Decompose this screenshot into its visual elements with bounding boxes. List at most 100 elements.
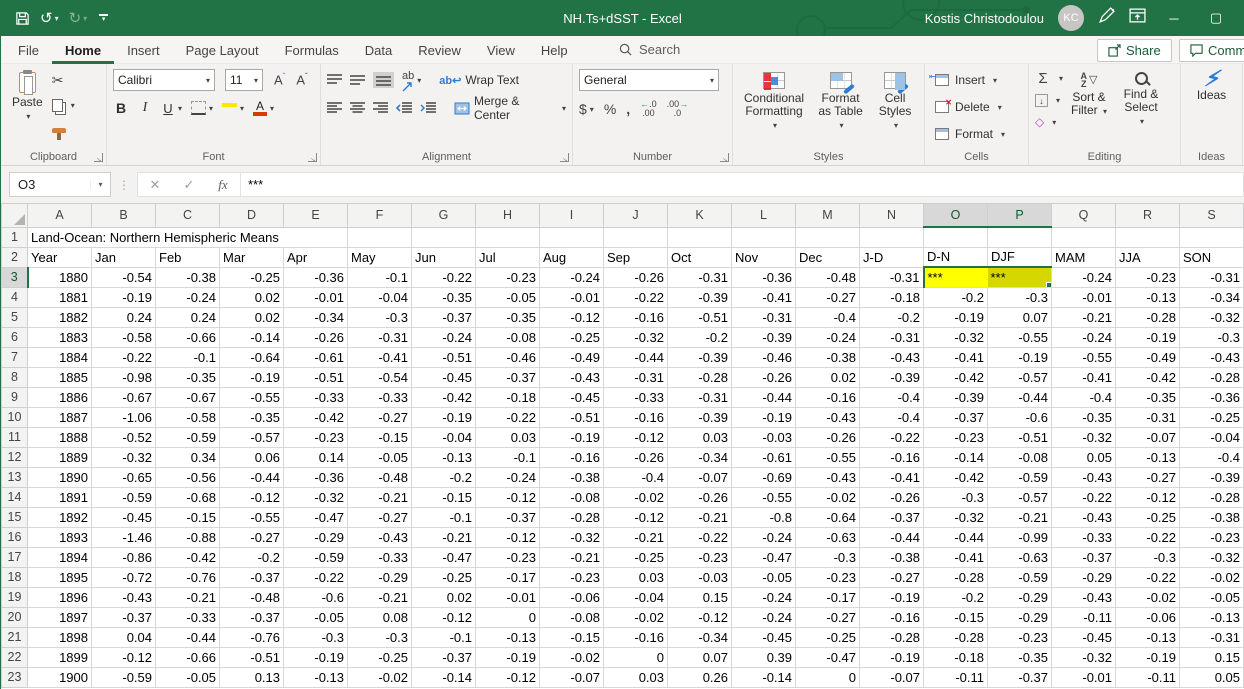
- cell-C5[interactable]: 0.24: [156, 307, 220, 327]
- cell-H20[interactable]: 0: [476, 607, 540, 627]
- tab-home[interactable]: Home: [52, 36, 114, 64]
- cell-R9[interactable]: -0.35: [1116, 387, 1180, 407]
- font-dialog-launcher[interactable]: [308, 153, 317, 162]
- row-header-5[interactable]: 5: [2, 307, 28, 327]
- cell-P10[interactable]: -0.6: [988, 407, 1052, 427]
- cell-O5[interactable]: -0.19: [924, 307, 988, 327]
- cell-B17[interactable]: -0.86: [92, 547, 156, 567]
- cell-S15[interactable]: -0.38: [1180, 507, 1244, 527]
- cell-E3[interactable]: -0.36: [284, 267, 348, 287]
- cell-F2[interactable]: May: [348, 247, 412, 267]
- cell-N18[interactable]: -0.27: [860, 567, 924, 587]
- cell-J18[interactable]: 0.03: [604, 567, 668, 587]
- cell-D2[interactable]: Mar: [220, 247, 284, 267]
- cell-A2[interactable]: Year: [28, 247, 92, 267]
- cell-E18[interactable]: -0.22: [284, 567, 348, 587]
- cell-S23[interactable]: 0.05: [1180, 667, 1244, 687]
- cell-R2[interactable]: JJA: [1116, 247, 1180, 267]
- cell-C23[interactable]: -0.05: [156, 667, 220, 687]
- cell-L19[interactable]: -0.24: [732, 587, 796, 607]
- font-color-button[interactable]: A: [253, 101, 267, 116]
- font-size-select[interactable]: 11▾: [225, 69, 263, 91]
- cell-E17[interactable]: -0.59: [284, 547, 348, 567]
- col-header-M[interactable]: M: [796, 204, 860, 227]
- cell-R3[interactable]: -0.23: [1116, 267, 1180, 287]
- cell-P17[interactable]: -0.63: [988, 547, 1052, 567]
- cell-A15[interactable]: 1892: [28, 507, 92, 527]
- cell-L12[interactable]: -0.61: [732, 447, 796, 467]
- cell-R16[interactable]: -0.22: [1116, 527, 1180, 547]
- cell-M19[interactable]: -0.17: [796, 587, 860, 607]
- cell-S10[interactable]: -0.25: [1180, 407, 1244, 427]
- borders-button[interactable]: [191, 101, 206, 115]
- cell-A20[interactable]: 1897: [28, 607, 92, 627]
- cell-Q5[interactable]: -0.21: [1052, 307, 1116, 327]
- cell-O8[interactable]: -0.42: [924, 367, 988, 387]
- col-header-F[interactable]: F: [348, 204, 412, 227]
- cell-C21[interactable]: -0.44: [156, 627, 220, 647]
- underline-button[interactable]: U: [161, 101, 175, 116]
- cell-F8[interactable]: -0.54: [348, 367, 412, 387]
- cell-F17[interactable]: -0.33: [348, 547, 412, 567]
- ribbon-display-options-icon[interactable]: [1129, 7, 1146, 29]
- italic-button[interactable]: I: [138, 100, 152, 116]
- cell-O3[interactable]: ***: [924, 267, 988, 287]
- cell-S20[interactable]: -0.13: [1180, 607, 1244, 627]
- cell-F20[interactable]: 0.08: [348, 607, 412, 627]
- cell-M16[interactable]: -0.63: [796, 527, 860, 547]
- cell-F3[interactable]: -0.1: [348, 267, 412, 287]
- cell-F18[interactable]: -0.29: [348, 567, 412, 587]
- cell-R18[interactable]: -0.22: [1116, 567, 1180, 587]
- cell-K3[interactable]: -0.31: [668, 267, 732, 287]
- cell-L20[interactable]: -0.24: [732, 607, 796, 627]
- cell-I16[interactable]: -0.32: [540, 527, 604, 547]
- cell-P3[interactable]: ***: [988, 267, 1052, 287]
- cell-P21[interactable]: -0.23: [988, 627, 1052, 647]
- cell-G23[interactable]: -0.14: [412, 667, 476, 687]
- cell-M9[interactable]: -0.16: [796, 387, 860, 407]
- cell-L2[interactable]: Nov: [732, 247, 796, 267]
- cell-G15[interactable]: -0.1: [412, 507, 476, 527]
- cell-F16[interactable]: -0.43: [348, 527, 412, 547]
- cell-H4[interactable]: -0.05: [476, 287, 540, 307]
- row-header-7[interactable]: 7: [2, 347, 28, 367]
- cell-R20[interactable]: -0.06: [1116, 607, 1180, 627]
- ideas-button[interactable]: ⚡︎ Ideas: [1187, 69, 1236, 105]
- cell-N16[interactable]: -0.44: [860, 527, 924, 547]
- paste-button[interactable]: Paste▾: [7, 69, 48, 141]
- cell-A12[interactable]: 1889: [28, 447, 92, 467]
- cell-A8[interactable]: 1885: [28, 367, 92, 387]
- row-header-8[interactable]: 8: [2, 367, 28, 387]
- cell-F5[interactable]: -0.3: [348, 307, 412, 327]
- maximize-button[interactable]: ▢: [1202, 10, 1230, 26]
- cell-H17[interactable]: -0.23: [476, 547, 540, 567]
- cell-B15[interactable]: -0.45: [92, 507, 156, 527]
- cell-R5[interactable]: -0.28: [1116, 307, 1180, 327]
- select-all-button[interactable]: [2, 204, 28, 227]
- cell-O11[interactable]: -0.23: [924, 427, 988, 447]
- cell-M4[interactable]: -0.27: [796, 287, 860, 307]
- cell-M11[interactable]: -0.26: [796, 427, 860, 447]
- cell-R21[interactable]: -0.13: [1116, 627, 1180, 647]
- cell-C6[interactable]: -0.66: [156, 327, 220, 347]
- cell-S1[interactable]: [1180, 227, 1244, 247]
- col-header-R[interactable]: R: [1116, 204, 1180, 227]
- cell-B16[interactable]: -1.46: [92, 527, 156, 547]
- cell-K14[interactable]: -0.26: [668, 487, 732, 507]
- cell-C14[interactable]: -0.68: [156, 487, 220, 507]
- align-top-button[interactable]: [327, 74, 342, 86]
- cell-G22[interactable]: -0.37: [412, 647, 476, 667]
- cell-L6[interactable]: -0.39: [732, 327, 796, 347]
- cell-J14[interactable]: -0.02: [604, 487, 668, 507]
- cell-S21[interactable]: -0.31: [1180, 627, 1244, 647]
- cell-F13[interactable]: -0.48: [348, 467, 412, 487]
- fill-button[interactable]: ↓▾: [1035, 91, 1063, 109]
- cell-O7[interactable]: -0.41: [924, 347, 988, 367]
- cell-Q17[interactable]: -0.37: [1052, 547, 1116, 567]
- cell-M15[interactable]: -0.64: [796, 507, 860, 527]
- cell-C20[interactable]: -0.33: [156, 607, 220, 627]
- cell-G21[interactable]: -0.1: [412, 627, 476, 647]
- cell-G1[interactable]: [412, 227, 476, 247]
- decrease-decimal-button[interactable]: .00→.0: [667, 100, 689, 118]
- cell-N15[interactable]: -0.37: [860, 507, 924, 527]
